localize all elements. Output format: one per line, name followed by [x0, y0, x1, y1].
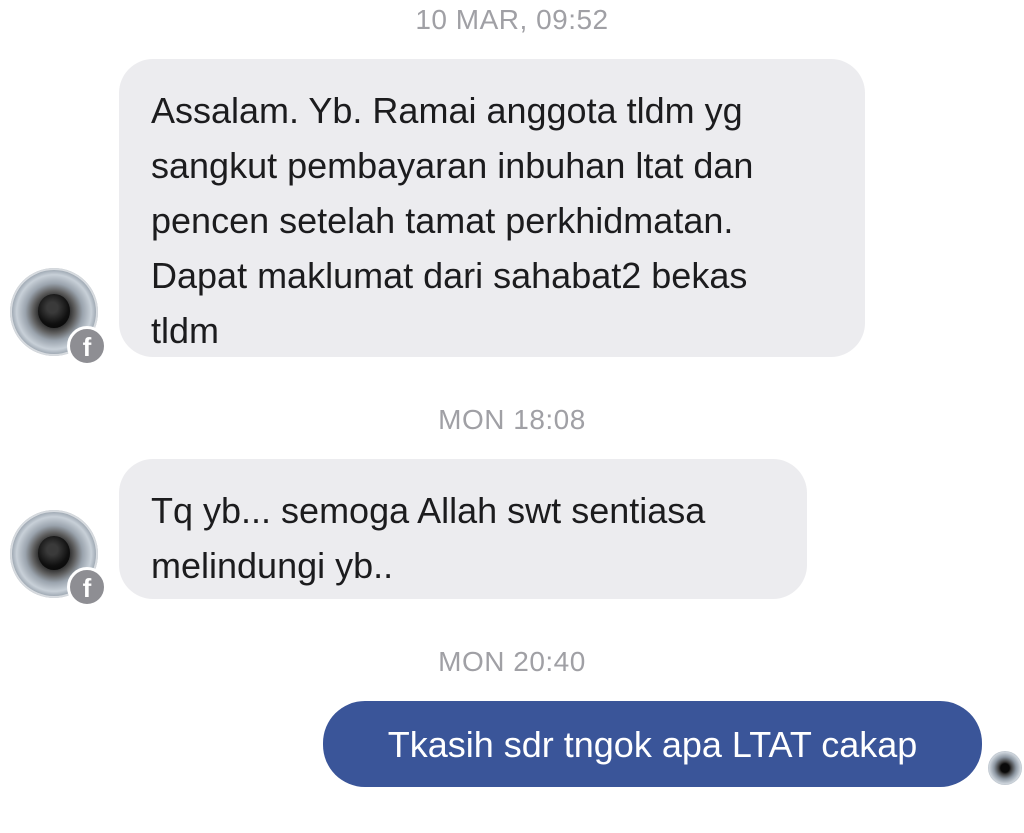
timestamp-1: 10 MAR, 09:52: [415, 4, 609, 35]
incoming-message-bubble[interactable]: Assalam. Yb. Ramai anggota tldm yg sangk…: [119, 59, 865, 357]
message-line: melindungi yb..: [151, 545, 394, 586]
message-line: Tq yb... semoga Allah swt sentiasa: [151, 490, 706, 531]
message-line: sangkut pembayaran inbuhan ltat dan: [151, 145, 754, 186]
timestamp-3: MON 20:40: [438, 646, 586, 677]
timestamp-2: MON 18:08: [438, 404, 586, 435]
message-text: Tkasih sdr tngok apa LTAT cakap: [387, 723, 918, 765]
outgoing-message-bubble[interactable]: Tkasih sdr tngok apa LTAT cakap: [323, 701, 982, 787]
message-line: Dapat maklumat dari sahabat2 bekas: [151, 255, 748, 296]
avatar-image: [38, 294, 70, 328]
facebook-icon: f: [67, 326, 107, 366]
read-receipt-avatar: [988, 751, 1022, 785]
avatar-image: [38, 536, 70, 570]
message-line: tldm: [151, 310, 220, 351]
message-line: pencen setelah tamat perkhidmatan.: [151, 200, 734, 241]
message-line: Assalam. Yb. Ramai anggota tldm yg: [151, 90, 743, 131]
facebook-icon: f: [67, 567, 107, 607]
incoming-message-bubble[interactable]: Tq yb... semoga Allah swt sentiasa melin…: [119, 459, 807, 599]
